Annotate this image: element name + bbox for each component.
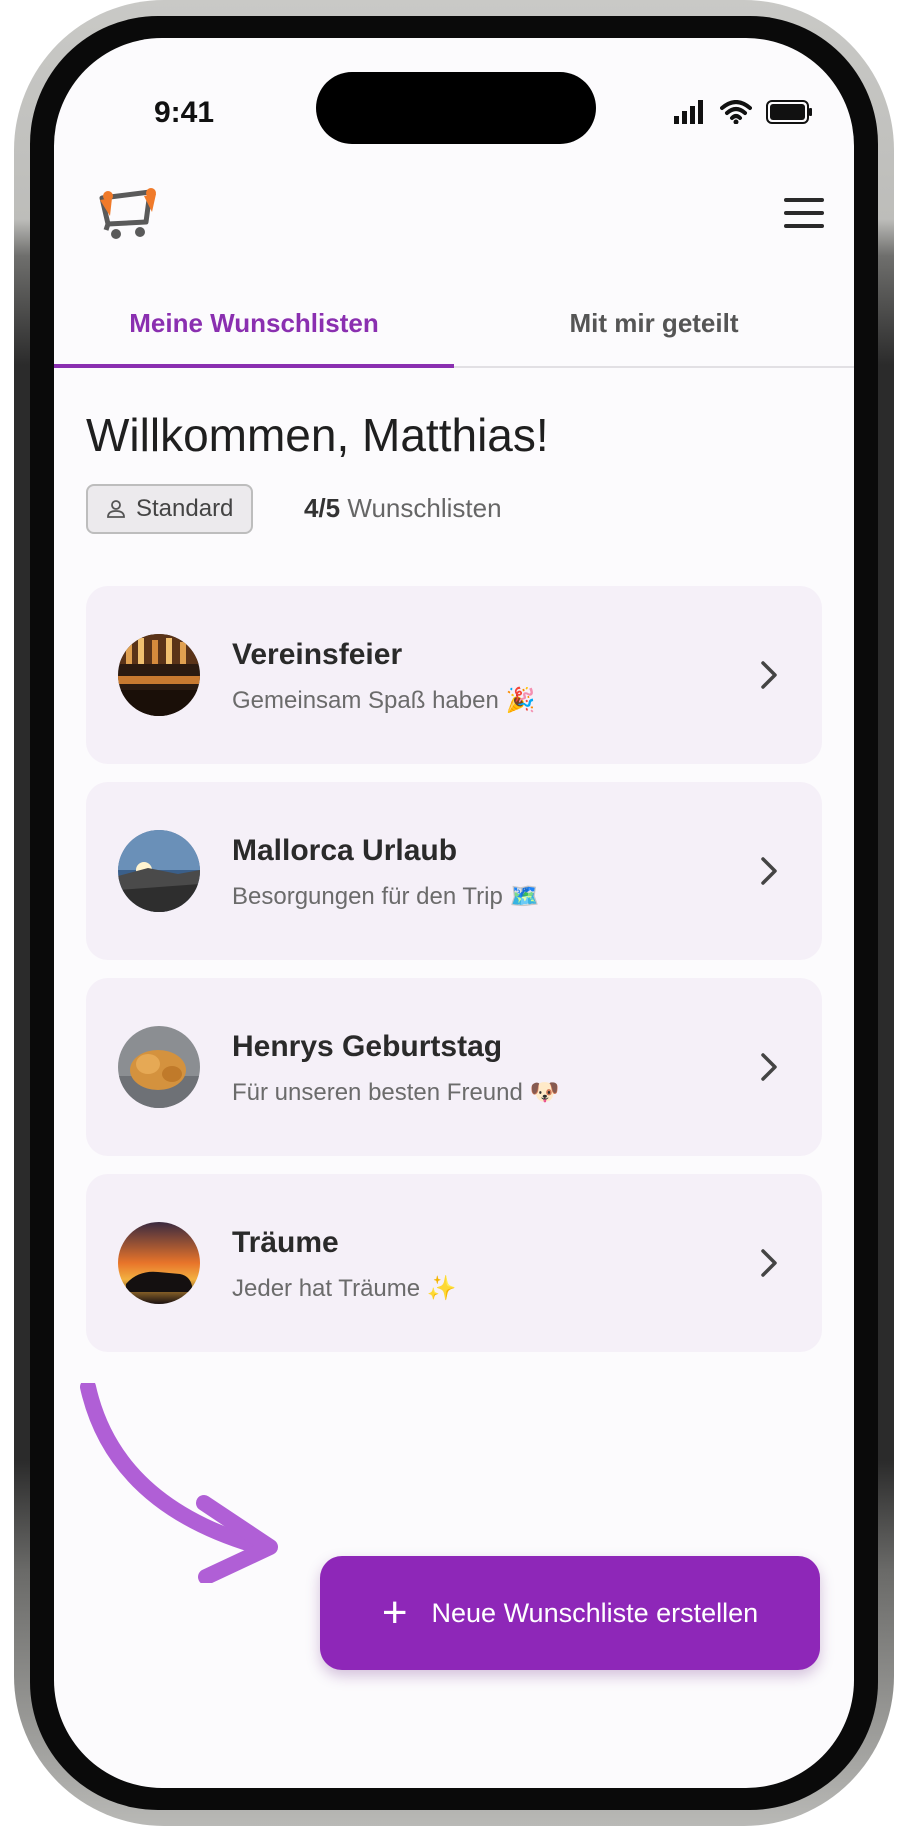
battery-icon: [766, 100, 812, 124]
chevron-right-icon: [761, 857, 777, 885]
wishlist-subtitle: Jeder hat Träume ✨: [232, 1275, 457, 1302]
hamburger-menu-icon[interactable]: [784, 198, 824, 230]
wishlist-card-mallorca-urlaub[interactable]: Mallorca Urlaub Besorgungen für den Trip…: [86, 782, 822, 960]
wifi-icon: [720, 100, 752, 124]
wishlist-avatar-image: [118, 830, 200, 912]
wishlist-avatar-image: [118, 1222, 200, 1304]
app-screen: 9:41 Meine Wunschlisten Mit mir geteilt …: [54, 38, 854, 1788]
wishlist-count-suffix: Wunschlisten: [347, 493, 502, 523]
tab-bar: Meine Wunschlisten Mit mir geteilt: [54, 296, 854, 368]
chevron-right-icon: [761, 1053, 777, 1081]
dynamic-island: [316, 72, 596, 144]
chevron-right-icon: [761, 1249, 777, 1277]
wishlist-card-vereinsfeier[interactable]: Vereinsfeier Gemeinsam Spaß haben 🎉: [86, 586, 822, 764]
wishlist-card-henrys-geburtstag[interactable]: Henrys Geburtstag Für unseren besten Fre…: [86, 978, 822, 1156]
wishlist-card-traeume[interactable]: Träume Jeder hat Träume ✨: [86, 1174, 822, 1352]
gift-cart-icon: [99, 188, 156, 239]
app-logo[interactable]: [98, 186, 160, 244]
wishlist-subtitle: Gemeinsam Spaß haben 🎉: [232, 687, 536, 714]
wishlist-avatar-image: [118, 634, 200, 716]
wishlist-list: Vereinsfeier Gemeinsam Spaß haben 🎉 Mall…: [86, 586, 822, 1370]
plan-badge-label: Standard: [136, 495, 234, 522]
welcome-heading: Willkommen, Matthias!: [86, 409, 549, 461]
pointer-arrow-icon: [80, 1383, 278, 1583]
signal-icon: [674, 100, 703, 124]
create-wishlist-label: Neue Wunschliste erstellen: [431, 1597, 759, 1628]
wishlist-title: Vereinsfeier: [232, 638, 403, 671]
wishlist-count-value: 4/5: [304, 493, 341, 523]
create-wishlist-button[interactable]: + Neue Wunschliste erstellen: [320, 1556, 820, 1670]
wishlist-title: Mallorca Urlaub: [232, 834, 458, 867]
user-icon: [107, 500, 125, 518]
status-icons: [674, 100, 814, 124]
plus-icon: +: [381, 1588, 408, 1637]
chevron-right-icon: [761, 661, 777, 689]
wishlist-count: 4/5 Wunschlisten: [304, 493, 502, 524]
wishlist-subtitle: Besorgungen für den Trip 🗺️: [232, 883, 540, 910]
status-time: 9:41: [154, 96, 215, 129]
wishlist-avatar-image: [118, 1026, 200, 1108]
wishlist-subtitle: Für unseren besten Freund 🐶: [232, 1079, 560, 1106]
tab-mit-mir-geteilt[interactable]: Mit mir geteilt: [454, 296, 854, 366]
wishlist-title: Träume: [232, 1226, 339, 1259]
plan-badge: Standard: [86, 484, 254, 534]
tab-meine-wunschlisten[interactable]: Meine Wunschlisten: [54, 296, 454, 368]
wishlist-title: Henrys Geburtstag: [232, 1030, 503, 1063]
